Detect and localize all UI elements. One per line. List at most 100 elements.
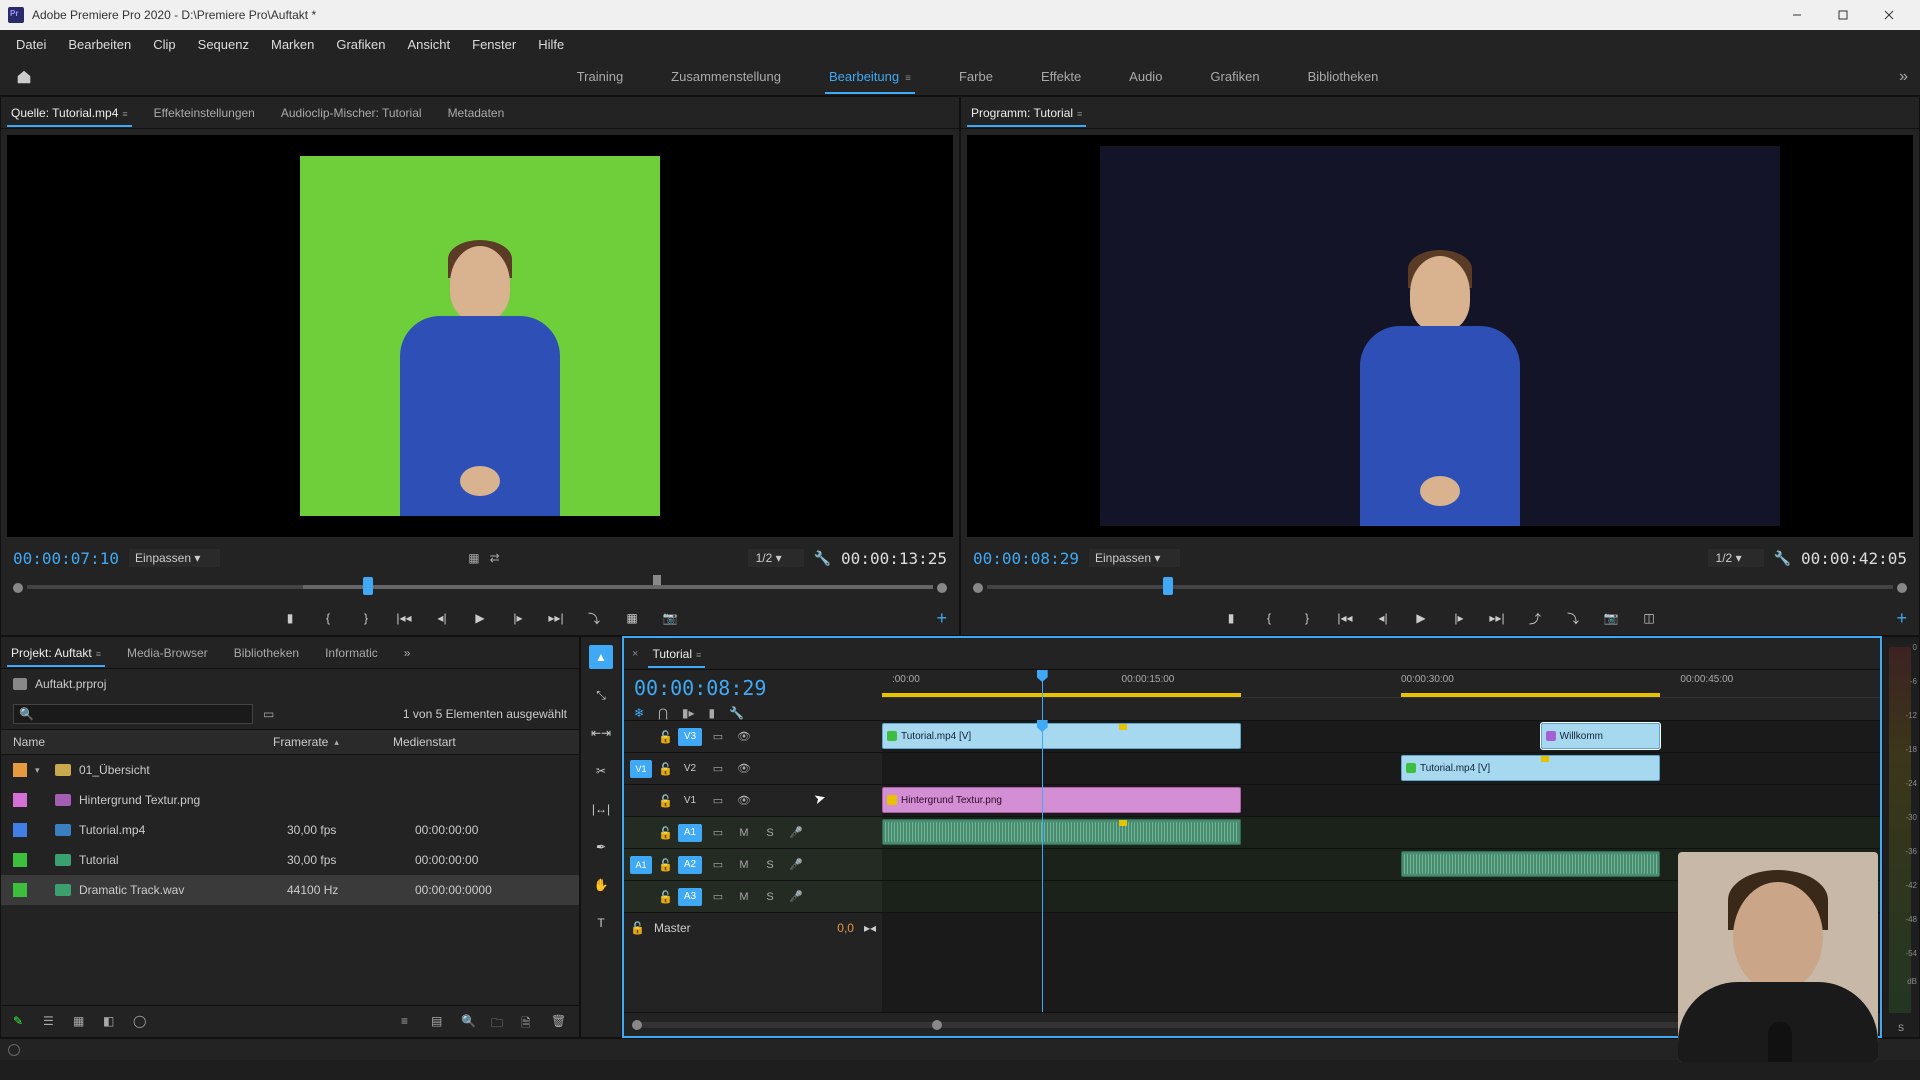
lock-icon[interactable]: 🔓 xyxy=(658,794,672,808)
home-button[interactable] xyxy=(12,65,36,89)
source-tab-effekteinstellungen[interactable]: Effekteinstellungen xyxy=(150,100,259,126)
workspace-menu-icon[interactable]: ≡ xyxy=(905,73,911,84)
track-header-v3[interactable]: 🔓 V3 ▭ 👁 xyxy=(624,720,882,752)
source-resolution-dropdown[interactable]: 1/2 ▾ xyxy=(748,549,804,567)
mute-button[interactable]: M xyxy=(734,889,754,905)
lift-button[interactable]: ⤴ xyxy=(1525,608,1545,628)
lock-icon[interactable]: 🔓 xyxy=(658,762,672,776)
export-frame-button[interactable]: 📷 xyxy=(1601,608,1621,628)
source-tab-quelle[interactable]: Quelle: Tutorial.mp4≡ xyxy=(7,100,132,126)
source-patch[interactable]: A1 xyxy=(630,856,652,874)
workspace-training[interactable]: Training xyxy=(573,59,627,94)
source-timecode[interactable]: 00:00:07:10 xyxy=(13,549,119,568)
voice-over-icon[interactable]: 🎤 xyxy=(786,889,806,905)
label-swatch[interactable] xyxy=(13,853,27,867)
voice-over-icon[interactable]: 🎤 xyxy=(786,825,806,841)
track-header-master[interactable]: 🔓 Master 0,0 ▸◂ xyxy=(624,912,882,942)
menu-bearbeiten[interactable]: Bearbeiten xyxy=(58,33,141,56)
lock-icon[interactable]: 🔓 xyxy=(630,921,644,935)
workspace-grafiken[interactable]: Grafiken xyxy=(1206,59,1263,94)
close-button[interactable] xyxy=(1866,0,1912,30)
track-select-tool[interactable]: ⤡ xyxy=(589,683,613,707)
track-label[interactable]: V2 xyxy=(678,760,702,778)
track-label[interactable]: A2 xyxy=(678,856,702,874)
program-scrubber[interactable] xyxy=(973,573,1907,601)
source-settings-icon[interactable]: 🔧 xyxy=(814,550,831,567)
track-label[interactable]: V3 xyxy=(678,728,702,746)
project-item[interactable]: Dramatic Track.wav 44100 Hz 00:00:00:000… xyxy=(1,875,579,905)
project-tab-projekt[interactable]: Projekt: Auftakt≡ xyxy=(7,640,105,666)
track-label[interactable]: A3 xyxy=(678,888,702,906)
source-fit-dropdown[interactable]: Einpassen ▾ xyxy=(129,549,220,567)
workspace-effekte[interactable]: Effekte xyxy=(1037,59,1085,94)
list-view-button[interactable]: ☰ xyxy=(43,1014,59,1030)
menu-clip[interactable]: Clip xyxy=(143,33,185,56)
workspace-bibliotheken[interactable]: Bibliotheken xyxy=(1304,59,1383,94)
menu-datei[interactable]: Datei xyxy=(6,33,56,56)
icon-view-button[interactable]: ▦ xyxy=(73,1014,89,1030)
program-resolution-dropdown[interactable]: 1/2 ▾ xyxy=(1708,549,1764,567)
label-swatch[interactable] xyxy=(13,883,27,897)
clip-marker-icon[interactable] xyxy=(1119,819,1127,826)
track-header-v2[interactable]: V1 🔓 V2 ▭ 👁 xyxy=(624,752,882,784)
timeline-clip[interactable] xyxy=(1401,851,1660,877)
menu-hilfe[interactable]: Hilfe xyxy=(528,33,574,56)
timeline-close-icon[interactable]: × xyxy=(632,648,638,660)
mute-button[interactable]: M xyxy=(734,857,754,873)
maximize-button[interactable] xyxy=(1820,0,1866,30)
hand-tool[interactable]: ✋ xyxy=(589,873,613,897)
solo-button[interactable]: S xyxy=(760,857,780,873)
timeline-clip[interactable] xyxy=(882,819,1241,845)
project-item[interactable]: ▾ 01_Übersicht xyxy=(1,755,579,785)
sync-lock-icon[interactable]: ▭ xyxy=(708,793,728,809)
track-label[interactable]: A1 xyxy=(678,824,702,842)
lock-icon[interactable]: 🔓 xyxy=(658,890,672,904)
menu-ansicht[interactable]: Ansicht xyxy=(397,33,460,56)
step-back-button[interactable]: ◂| xyxy=(1373,608,1393,628)
master-meter-icon[interactable]: ▸◂ xyxy=(864,921,876,935)
sync-lock-icon[interactable]: ▭ xyxy=(708,761,728,777)
disclosure-triangle-icon[interactable]: ▾ xyxy=(35,765,47,776)
new-item-button[interactable]: 🗎 xyxy=(521,1014,537,1030)
toggle-output-eye-icon[interactable]: 👁 xyxy=(734,793,754,809)
voice-over-icon[interactable]: 🎤 xyxy=(786,857,806,873)
status-indicator-icon[interactable] xyxy=(8,1044,20,1056)
mark-in-button[interactable]: { xyxy=(1259,608,1279,628)
col-framerate[interactable]: Framerate▴ xyxy=(273,735,393,749)
selection-tool[interactable]: ▲ xyxy=(589,645,613,669)
button-editor-add[interactable]: + xyxy=(936,608,947,629)
label-swatch[interactable] xyxy=(13,763,27,777)
extract-button[interactable]: ⤵ xyxy=(1563,608,1583,628)
mark-in-icon[interactable]: { xyxy=(318,608,338,628)
project-search-input[interactable] xyxy=(13,704,253,724)
play-button[interactable]: ▶ xyxy=(470,608,490,628)
project-writable-icon[interactable]: ✎ xyxy=(13,1014,29,1030)
timeline-ruler[interactable]: :00:00 00:00:15:00 00:00:30:00 00:00:45:… xyxy=(882,670,1880,698)
source-tab-metadaten[interactable]: Metadaten xyxy=(444,100,509,126)
go-to-out-button[interactable]: ▸▸| xyxy=(1487,608,1507,628)
col-name[interactable]: Name xyxy=(13,735,273,749)
go-to-in-button[interactable]: |◂◂ xyxy=(394,608,414,628)
freeform-view-button[interactable]: ◧ xyxy=(103,1014,119,1030)
step-forward-button[interactable]: |▸ xyxy=(508,608,528,628)
source-comparison-icon[interactable]: ⇄ xyxy=(490,551,500,565)
track-header-a3[interactable]: 🔓 A3 ▭ M S 🎤 xyxy=(624,880,882,912)
toggle-output-eye-icon[interactable]: 👁 xyxy=(734,729,754,745)
workspace-audio[interactable]: Audio xyxy=(1125,59,1166,94)
play-button[interactable]: ▶ xyxy=(1411,608,1431,628)
workspace-farbe[interactable]: Farbe xyxy=(955,59,997,94)
clip-marker-icon[interactable] xyxy=(1119,723,1127,730)
project-tab-bibliotheken[interactable]: Bibliotheken xyxy=(230,640,303,666)
timeline-zoom-scrollbar[interactable] xyxy=(632,1022,1854,1028)
type-tool[interactable]: T xyxy=(589,911,613,935)
export-frame-button[interactable]: 📷 xyxy=(660,608,680,628)
sync-lock-icon[interactable]: ▭ xyxy=(708,889,728,905)
find-icon[interactable]: 🔍 xyxy=(461,1014,477,1030)
program-settings-icon[interactable]: 🔧 xyxy=(1774,550,1791,567)
timeline-clip[interactable]: Willkomm xyxy=(1541,723,1661,749)
label-swatch[interactable] xyxy=(13,793,27,807)
lock-icon[interactable]: 🔓 xyxy=(658,730,672,744)
menu-sequenz[interactable]: Sequenz xyxy=(188,33,259,56)
project-item[interactable]: Tutorial 30,00 fps 00:00:00:00 xyxy=(1,845,579,875)
slip-tool[interactable]: |↔| xyxy=(589,797,613,821)
